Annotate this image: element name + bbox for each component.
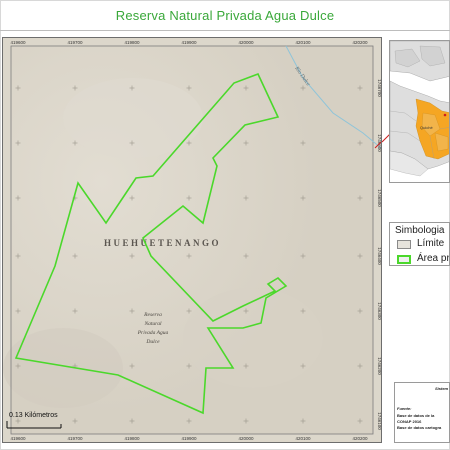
reserve-label-line: Dulce [145, 339, 160, 345]
y-tick-label: 1746100 [377, 412, 381, 430]
terrain-patch [3, 328, 123, 408]
source-title: Fuente: [397, 406, 412, 411]
region-label: HUEHUETENANGO [104, 238, 221, 248]
coordinate-system-label: Sistem [435, 386, 449, 391]
title-divider [0, 30, 450, 31]
x-tick-label: 419800 [124, 40, 140, 45]
x-tick-label: 419700 [67, 40, 83, 45]
legend: Simbologia Límite Área pr [389, 222, 450, 266]
x-tick-label: 420100 [295, 436, 311, 441]
legend-swatch-area [397, 255, 411, 264]
y-tick-label: 1746500 [377, 189, 381, 207]
inset-map[interactable]: Quiché [389, 40, 450, 183]
reserve-label-line: Natural [143, 321, 162, 327]
info-box: Sistem Fuente: Base de datos de la CONAP… [394, 382, 450, 443]
legend-label: Límite [417, 238, 445, 249]
x-tick-label: 419900 [181, 40, 197, 45]
x-tick-label: 420200 [352, 436, 368, 441]
terrain-patch [63, 78, 203, 158]
source-line: Base de datos cartogra [397, 425, 442, 430]
scale-bar-label: 0.13 Kilómetros [9, 412, 58, 419]
main-map-frame[interactable]: Río Dulce 419600 419700 419800 419900 420000… [2, 37, 382, 443]
x-tick-label: 419600 [10, 436, 26, 441]
source-line: CONAP 2016 [397, 419, 422, 424]
source-line: Base de datos de la [397, 413, 435, 418]
legend-title: Simbologia [395, 225, 445, 236]
x-tick-label: 420000 [238, 436, 254, 441]
x-tick-label: 420000 [238, 40, 254, 45]
inset-label: Quiché [420, 125, 433, 130]
inset-location-marker [443, 113, 447, 117]
x-tick-label: 419600 [10, 40, 26, 45]
y-tick-label: 1746200 [377, 357, 381, 375]
main-map[interactable]: Río Dulce 419600 419700 419800 419900 420000… [3, 38, 381, 442]
y-tick-label: 1746400 [377, 247, 381, 265]
x-tick-label: 419700 [67, 436, 83, 441]
terrain-patch [183, 288, 323, 388]
y-tick-label: 1746300 [377, 302, 381, 320]
reserve-label-line: Privada Agua [137, 330, 169, 336]
x-tick-label: 420200 [352, 40, 368, 45]
x-tick-label: 419800 [124, 436, 140, 441]
inset-map-svg: Quiché [390, 41, 449, 182]
legend-label: Área pr [417, 253, 450, 264]
legend-swatch-limit [397, 240, 411, 249]
x-tick-label: 420100 [295, 40, 311, 45]
y-tick-label: 1746700 [377, 79, 381, 97]
reserve-label-line: Reserva [143, 312, 162, 318]
x-tick-label: 419900 [181, 436, 197, 441]
title-bar: Reserva Natural Privada Agua Dulce [0, 0, 450, 34]
map-title: Reserva Natural Privada Agua Dulce [115, 8, 335, 23]
